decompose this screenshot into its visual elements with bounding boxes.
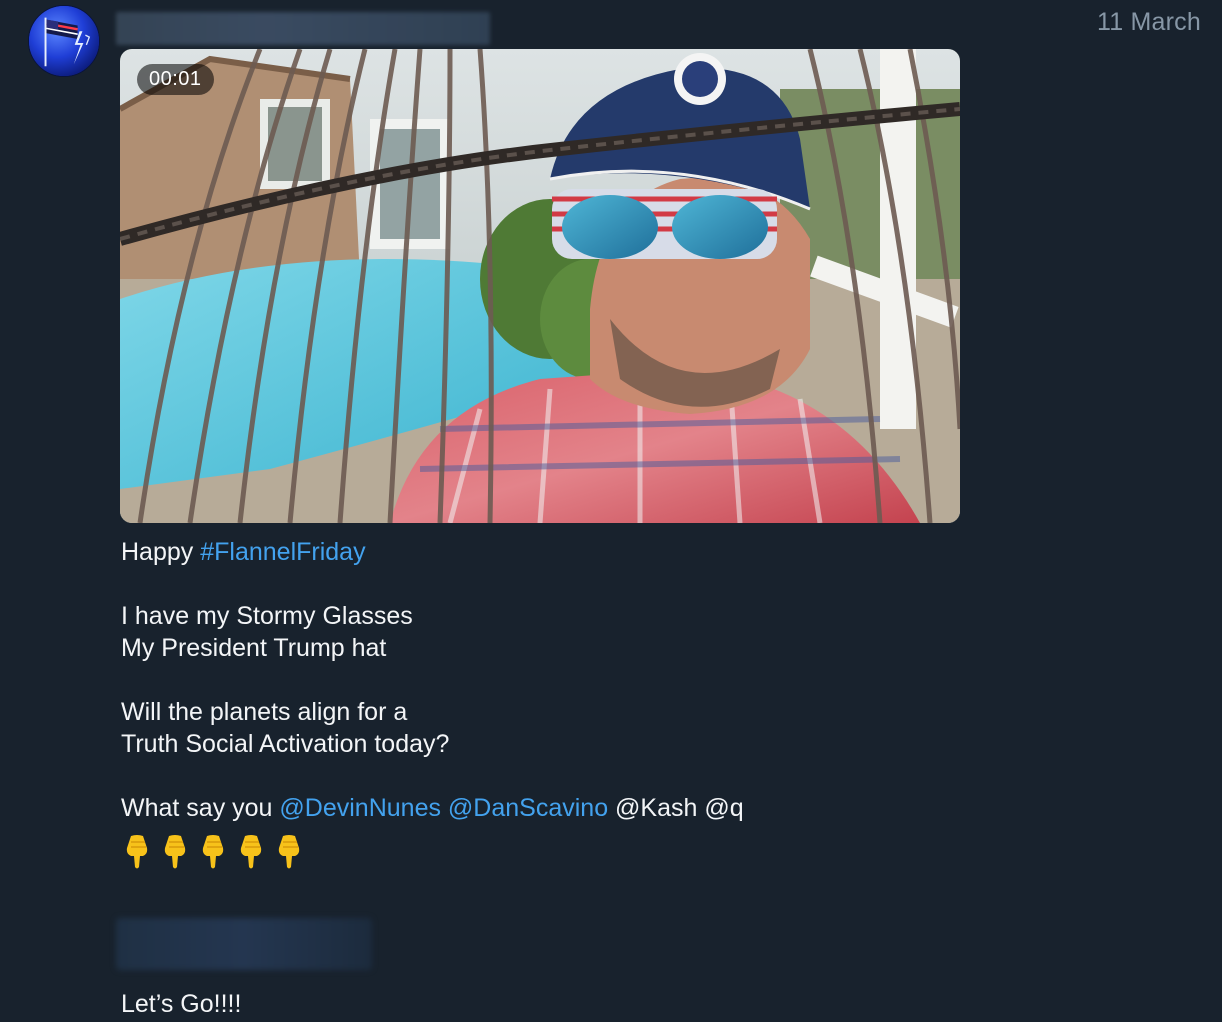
text-line: Truth Social Activation today?	[121, 730, 450, 758]
pointing-down-emoji	[164, 835, 186, 869]
mention-link[interactable]: @DevinNunes	[279, 794, 441, 822]
text-segment: @Kash @q	[608, 794, 744, 822]
text-line: My President Trump hat	[121, 634, 387, 662]
sender-name-redacted	[116, 12, 490, 45]
pointing-down-emoji	[126, 835, 148, 869]
footer-text: Let’s Go!!!!	[121, 990, 242, 1018]
emoji-row	[121, 834, 941, 874]
message-body: Happy #FlannelFriday I have my Stormy Gl…	[121, 536, 941, 874]
text-segment: Happy	[121, 538, 201, 566]
video-duration-badge: 00:01	[137, 64, 214, 95]
flag-lightning-icon	[29, 6, 99, 76]
pointing-down-emoji	[202, 835, 224, 869]
channel-avatar[interactable]	[28, 5, 100, 77]
video-frame-image	[120, 49, 960, 523]
pointing-down-emoji	[278, 835, 300, 869]
pointing-down-emoji	[240, 835, 262, 869]
text-line: I have my Stormy Glasses	[121, 602, 413, 630]
text-segment: What say you	[121, 794, 280, 822]
hashtag-link[interactable]: #FlannelFriday	[200, 538, 365, 566]
text-line: Will the planets align for a	[121, 698, 408, 726]
mention-link[interactable]: @DanScavino	[448, 794, 608, 822]
text-line: What say you @DevinNunes @DanScavino @Ka…	[121, 792, 941, 824]
video-preview[interactable]: 00:01	[120, 49, 960, 523]
message-date: 11 March	[1097, 8, 1201, 36]
chat-page: 11 March 00:01 Happy #FlannelFriday I ha…	[0, 0, 1222, 1022]
text-line: Happy #FlannelFriday	[121, 536, 941, 568]
redacted-block	[116, 918, 372, 970]
